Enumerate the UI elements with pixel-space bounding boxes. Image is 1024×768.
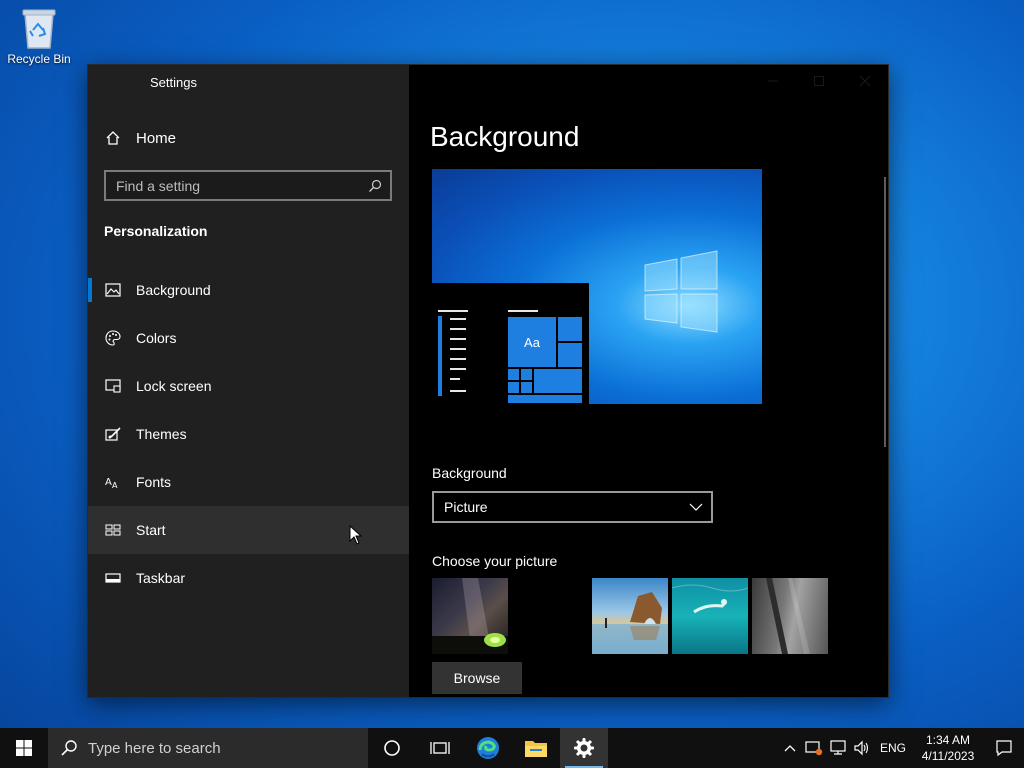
nav-item-lock-screen[interactable]: Lock screen: [88, 362, 409, 410]
lock-screen-icon: [104, 377, 122, 395]
settings-gear-icon: [574, 738, 594, 758]
recycle-bin-shortcut[interactable]: Recycle Bin: [4, 6, 74, 66]
chevron-down-icon: [689, 503, 703, 511]
font-icon: AA: [104, 473, 122, 491]
nav-item-themes[interactable]: Themes: [88, 410, 409, 458]
picture-thumbnail-beach[interactable]: [592, 578, 668, 654]
nav-item-label: Lock screen: [136, 378, 212, 394]
nav-item-colors[interactable]: Colors: [88, 314, 409, 362]
tray-network-button[interactable]: [826, 728, 850, 768]
task-view-icon: [430, 742, 450, 754]
taskbar: Type here to search ENG 1:34 AM 4/11/202…: [0, 728, 1024, 768]
picture-thumbnail-rock-cliff[interactable]: [752, 578, 828, 654]
task-view-button[interactable]: [416, 728, 464, 768]
settings-window: Settings Home Find a setting Personaliza…: [87, 64, 889, 698]
tray-security-icon-button[interactable]: [802, 728, 826, 768]
nav-item-label: Taskbar: [136, 570, 186, 586]
settings-content: Background Aa Background Picture Choose …: [409, 65, 888, 697]
picture-thumbnail-night-sky[interactable]: [432, 578, 508, 654]
nav-item-label: Background: [136, 282, 211, 298]
svg-text:A: A: [105, 477, 112, 488]
preview-tiles-icon: [508, 317, 582, 403]
taskbar-icon: [104, 569, 122, 587]
close-button[interactable]: [842, 65, 888, 97]
network-icon: [830, 740, 846, 755]
volume-icon: [854, 740, 869, 756]
nav-item-background[interactable]: Background: [88, 266, 409, 314]
search-icon: [61, 740, 77, 756]
taskbar-clock[interactable]: 1:34 AM 4/11/2023: [912, 732, 984, 764]
maximize-icon: [814, 76, 824, 86]
nav-item-label: Colors: [136, 330, 177, 346]
security-alert-icon: [805, 741, 823, 756]
search-icon: [360, 179, 390, 193]
choose-picture-label: Choose your picture: [432, 553, 558, 569]
nav-item-label: Start: [136, 522, 166, 538]
edge-icon: [477, 737, 499, 759]
home-icon: [104, 129, 122, 147]
cortana-circle-icon: [384, 740, 400, 756]
system-tray: ENG 1:34 AM 4/11/2023: [778, 728, 1024, 768]
brush-icon: [104, 425, 122, 443]
background-type-dropdown[interactable]: Picture: [432, 491, 713, 523]
start-tiles-icon: [104, 521, 122, 539]
nav-item-taskbar[interactable]: Taskbar: [88, 554, 409, 602]
minimize-button[interactable]: [750, 65, 796, 97]
recycle-bin-icon: [22, 9, 56, 49]
window-caption-buttons: [750, 65, 888, 97]
taskbar-search-box[interactable]: Type here to search: [48, 728, 368, 768]
mouse-cursor-icon: [349, 525, 363, 545]
recycle-bin-label: Recycle Bin: [7, 52, 71, 66]
section-title: Personalization: [104, 223, 208, 239]
folder-icon: [525, 741, 547, 757]
taskbar-app-file-explorer[interactable]: [512, 728, 560, 768]
rock-cliff-image-icon: [766, 578, 810, 654]
svg-text:A: A: [112, 481, 118, 489]
close-icon: [860, 76, 870, 86]
input-language-indicator[interactable]: ENG: [874, 741, 912, 755]
show-hidden-icons-button[interactable]: [778, 728, 802, 768]
nav-item-fonts[interactable]: AA Fonts: [88, 458, 409, 506]
taskbar-app-edge[interactable]: [464, 728, 512, 768]
underwater-swimmer-image-icon: [672, 584, 748, 614]
start-button[interactable]: [0, 728, 48, 768]
nav-item-label: Themes: [136, 426, 187, 442]
notification-icon: [996, 740, 1012, 757]
taskbar-app-settings[interactable]: [560, 728, 608, 768]
night-sky-tent-image-icon: [432, 578, 508, 654]
beach-rock-arch-image-icon: [592, 592, 668, 654]
nav-home-label: Home: [136, 129, 177, 147]
chevron-up-icon: [784, 745, 796, 752]
nav-item-label: Fonts: [136, 474, 172, 490]
background-type-label: Background: [432, 465, 507, 481]
clock-date: 4/11/2023: [921, 749, 975, 763]
maximize-button[interactable]: [796, 65, 842, 97]
settings-sidebar: Settings Home Find a setting Personaliza…: [88, 65, 409, 697]
windows-logo-icon: [16, 740, 32, 756]
preview-start-menu-list-icon: [438, 310, 468, 396]
minimize-icon: [768, 80, 778, 82]
windows-logo-wallpaper-icon: [644, 250, 718, 333]
clock-time: 1:34 AM: [925, 733, 971, 747]
tray-volume-button[interactable]: [850, 728, 874, 768]
find-setting-placeholder: Find a setting: [116, 177, 201, 194]
picture-thumbnail-underwater[interactable]: [672, 578, 748, 654]
browse-button[interactable]: Browse: [432, 662, 522, 694]
preview-start-menu: Aa: [432, 283, 589, 404]
taskbar-search-placeholder: Type here to search: [88, 739, 221, 757]
window-title: Settings: [150, 75, 197, 90]
background-preview: Aa: [432, 169, 762, 404]
page-title: Background: [430, 121, 580, 152]
nav-home[interactable]: Home: [88, 115, 409, 161]
cortana-button[interactable]: [368, 728, 416, 768]
action-center-button[interactable]: [984, 728, 1024, 768]
picture-icon: [104, 281, 122, 299]
background-type-value: Picture: [444, 499, 488, 515]
content-scrollbar[interactable]: [884, 177, 886, 447]
personalization-nav: Background Colors Lock screen Themes A A…: [88, 266, 409, 602]
palette-icon: [104, 329, 122, 347]
find-setting-input[interactable]: Find a setting: [104, 170, 392, 201]
preview-tiles-header: [508, 310, 538, 312]
